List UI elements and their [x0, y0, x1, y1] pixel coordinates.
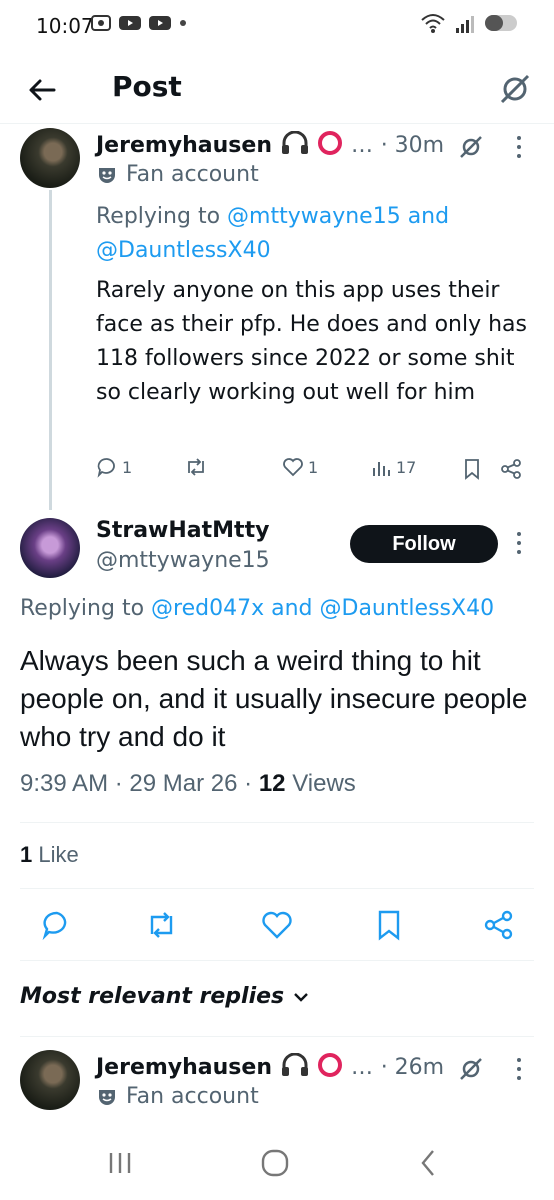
repost-icon[interactable]	[144, 908, 178, 942]
likes-summary[interactable]: 1 Like	[20, 842, 79, 868]
grok-icon[interactable]	[458, 1056, 484, 1082]
display-name[interactable]: Jeremyhausen	[96, 1055, 272, 1080]
author-row: Jeremyhausen … · 26m	[96, 1052, 444, 1080]
headphones-icon	[281, 1052, 308, 1076]
post-time: 9:39 AM	[20, 770, 109, 797]
headphones-icon	[281, 130, 308, 154]
divider	[20, 822, 534, 823]
avatar[interactable]	[20, 128, 80, 188]
wifi-icon	[421, 14, 445, 33]
status-bar: 10:07	[0, 0, 554, 56]
repost-button[interactable]	[184, 456, 212, 478]
screenshot-icon	[91, 15, 111, 31]
post-text: Always been such a weird thing to hit pe…	[20, 645, 528, 752]
view-count: 17	[396, 457, 417, 477]
youtube-icon	[149, 16, 171, 30]
more-options-icon[interactable]	[514, 134, 524, 160]
replying-and[interactable]: and	[408, 204, 449, 229]
bookmark-icon[interactable]	[462, 458, 482, 480]
avatar[interactable]	[20, 1050, 80, 1110]
divider	[20, 888, 534, 889]
post-meta: 9:39 AM · 29 Mar 26 · 12 Views	[20, 770, 356, 797]
fan-account-label: Fan account	[96, 162, 259, 187]
follow-button[interactable]: Follow	[350, 525, 498, 563]
handle[interactable]: @mttywayne15	[96, 548, 270, 573]
reply-sort-selector[interactable]: Most relevant replies	[20, 984, 310, 1009]
more-options-icon[interactable]	[514, 1056, 524, 1082]
view-count: 12	[258, 770, 286, 797]
reply-icon	[97, 458, 115, 478]
reply-sort-label: Most relevant replies	[20, 984, 285, 1009]
like-count: 1	[20, 842, 33, 867]
grok-icon[interactable]	[458, 134, 484, 160]
post-actions	[0, 908, 554, 948]
post-date: 29 Mar 26	[129, 770, 238, 797]
repost-icon	[188, 458, 204, 476]
author-row: Jeremyhausen … · 30m	[96, 130, 444, 158]
replying-prefix: Replying to	[20, 596, 145, 621]
back-nav-icon[interactable]	[418, 1148, 438, 1178]
mention-link[interactable]: @DauntlessX40	[320, 596, 495, 621]
divider	[20, 960, 534, 961]
reply-count: 1	[122, 457, 133, 477]
avatar[interactable]	[20, 518, 80, 578]
youtube-icon	[119, 16, 141, 30]
recent-apps-icon[interactable]	[106, 1150, 134, 1176]
system-navigation-bar	[0, 1130, 554, 1200]
replying-and[interactable]: and	[271, 596, 312, 621]
top-app-bar: Post	[0, 56, 554, 124]
post-time: · 30m	[380, 133, 445, 158]
mention-link[interactable]: @red047x	[151, 596, 264, 621]
fan-account-text: Fan account	[126, 1084, 259, 1109]
divider	[20, 1036, 534, 1037]
analytics-icon	[373, 462, 390, 476]
home-icon[interactable]	[260, 1148, 290, 1178]
like-count: 1	[308, 457, 319, 477]
replying-to: Replying to @red047x and @DauntlessX40	[20, 596, 494, 621]
post-text: Rarely anyone on this app uses their fac…	[96, 278, 527, 405]
mention-link[interactable]: @mttywayne15	[227, 204, 401, 229]
notification-icons	[90, 14, 188, 32]
reply-icon[interactable]	[40, 908, 74, 942]
heart-icon[interactable]	[260, 908, 294, 942]
back-arrow-icon[interactable]	[26, 74, 58, 106]
red-circle-icon	[318, 131, 343, 155]
display-name[interactable]: StrawHatMtty	[96, 518, 269, 543]
page-title: Post	[112, 70, 182, 103]
heart-icon	[283, 458, 303, 477]
post-actions: 1 1 17	[96, 456, 536, 486]
theater-mask-icon	[99, 1089, 115, 1105]
status-time: 10:07	[36, 14, 94, 38]
mention-link[interactable]: @DauntlessX40	[96, 238, 271, 263]
chevron-down-icon	[294, 992, 309, 1002]
replying-to: Replying to @mttywayne15 and @DauntlessX…	[96, 200, 516, 268]
signal-icon	[456, 16, 474, 33]
likes-label: Like	[38, 842, 79, 867]
bookmark-icon[interactable]	[372, 908, 406, 942]
post-time: · 26m	[380, 1055, 445, 1080]
views-button[interactable]: 17	[370, 456, 416, 478]
display-name[interactable]: Jeremyhausen	[96, 133, 272, 158]
theater-mask-icon	[99, 167, 115, 183]
fan-account-text: Fan account	[126, 162, 259, 187]
dot-icon	[180, 20, 186, 26]
share-icon[interactable]	[500, 458, 522, 480]
fan-account-label: Fan account	[96, 1084, 259, 1109]
overflow-ellipsis: …	[351, 1055, 374, 1080]
grok-icon[interactable]	[498, 72, 532, 106]
share-icon[interactable]	[482, 908, 516, 942]
views-label: Views	[292, 770, 356, 797]
red-circle-icon	[318, 1053, 343, 1077]
thread-connector	[49, 190, 52, 510]
overflow-ellipsis: …	[351, 133, 374, 158]
more-options-icon[interactable]	[514, 530, 524, 556]
like-button[interactable]: 1	[282, 456, 318, 478]
battery-icon	[485, 15, 517, 31]
replying-prefix: Replying to	[96, 204, 221, 229]
reply-button[interactable]: 1	[96, 456, 132, 478]
